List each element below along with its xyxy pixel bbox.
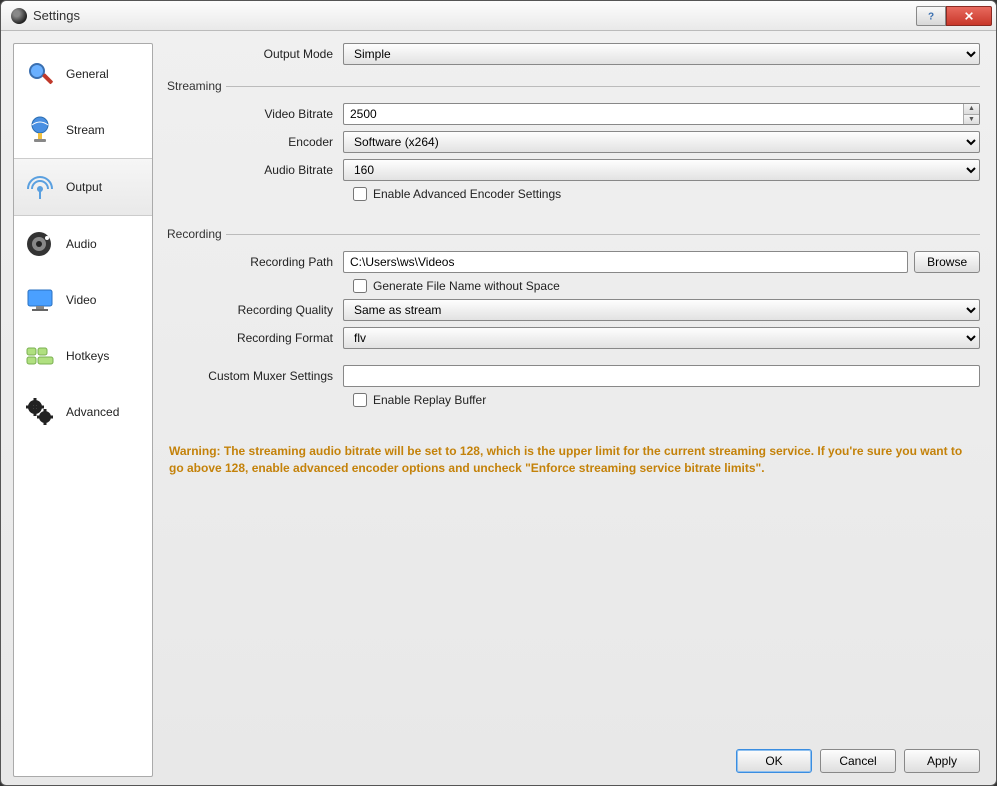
cancel-button[interactable]: Cancel: [820, 749, 896, 773]
recording-path-input[interactable]: [343, 251, 908, 273]
audio-bitrate-label: Audio Bitrate: [163, 163, 343, 177]
video-bitrate-input[interactable]: ▲ ▼: [343, 103, 980, 125]
content-area: Output Mode Simple Streaming Video Bitra…: [163, 43, 984, 777]
video-bitrate-row: Video Bitrate ▲ ▼: [163, 103, 980, 125]
recording-quality-select[interactable]: Same as stream: [343, 299, 980, 321]
gen-filename-row: Generate File Name without Space: [163, 279, 980, 293]
gen-filename-checkbox[interactable]: [353, 279, 367, 293]
close-button[interactable]: [946, 6, 992, 26]
replay-buffer-row: Enable Replay Buffer: [163, 393, 980, 407]
app-icon: [11, 8, 27, 24]
recording-path-label: Recording Path: [163, 255, 343, 269]
advanced-icon: [22, 394, 58, 430]
sidebar-item-label: Output: [66, 180, 102, 194]
window-controls: ?: [916, 6, 992, 26]
recording-format-select[interactable]: flv: [343, 327, 980, 349]
video-bitrate-field[interactable]: [344, 104, 963, 124]
help-button[interactable]: ?: [916, 6, 946, 26]
general-icon: [22, 56, 58, 92]
spin-down-icon[interactable]: ▼: [964, 115, 979, 125]
sidebar-item-label: Hotkeys: [66, 349, 109, 363]
audio-bitrate-row: Audio Bitrate 160: [163, 159, 980, 181]
audio-bitrate-select[interactable]: 160: [343, 159, 980, 181]
recording-format-label: Recording Format: [163, 331, 343, 345]
output-mode-select[interactable]: Simple: [343, 43, 980, 65]
sidebar-item-advanced[interactable]: Advanced: [14, 384, 152, 440]
window-body: General Stream Output Audio: [1, 31, 996, 785]
muxer-row: Custom Muxer Settings: [163, 365, 980, 387]
encoder-select[interactable]: Software (x264): [343, 131, 980, 153]
sidebar-item-audio[interactable]: Audio: [14, 216, 152, 272]
output-icon: [22, 169, 58, 205]
recording-format-row: Recording Format flv: [163, 327, 980, 349]
hotkeys-icon: [22, 338, 58, 374]
sidebar-item-video[interactable]: Video: [14, 272, 152, 328]
browse-button[interactable]: Browse: [914, 251, 980, 273]
replay-buffer-label: Enable Replay Buffer: [373, 393, 486, 407]
apply-button[interactable]: Apply: [904, 749, 980, 773]
sidebar-item-label: Audio: [66, 237, 97, 251]
muxer-input[interactable]: [343, 365, 980, 387]
sidebar-item-label: General: [66, 67, 109, 81]
muxer-label: Custom Muxer Settings: [163, 369, 343, 383]
sidebar-item-general[interactable]: General: [14, 46, 152, 102]
replay-buffer-checkbox[interactable]: [353, 393, 367, 407]
recording-legend: Recording: [163, 227, 226, 241]
ok-button[interactable]: OK: [736, 749, 812, 773]
audio-icon: [22, 226, 58, 262]
encoder-row: Encoder Software (x264): [163, 131, 980, 153]
streaming-group: Streaming Video Bitrate ▲ ▼: [163, 79, 980, 221]
video-bitrate-label: Video Bitrate: [163, 107, 343, 121]
encoder-label: Encoder: [163, 135, 343, 149]
recording-path-row: Recording Path Browse: [163, 251, 980, 273]
enable-advanced-label: Enable Advanced Encoder Settings: [373, 187, 561, 201]
output-mode-row: Output Mode Simple: [163, 43, 980, 65]
help-icon: ?: [926, 11, 936, 21]
sidebar: General Stream Output Audio: [13, 43, 153, 777]
stream-icon: [22, 112, 58, 148]
sidebar-item-label: Stream: [66, 123, 105, 137]
enable-advanced-checkbox[interactable]: [353, 187, 367, 201]
dialog-footer: OK Cancel Apply: [163, 739, 984, 777]
recording-group: Recording Recording Path Browse Generate…: [163, 227, 980, 427]
recording-quality-label: Recording Quality: [163, 303, 343, 317]
output-mode-label: Output Mode: [163, 47, 343, 61]
svg-text:?: ?: [928, 11, 934, 21]
video-bitrate-spinner[interactable]: ▲ ▼: [963, 104, 979, 124]
close-icon: [964, 11, 974, 21]
gen-filename-label: Generate File Name without Space: [373, 279, 560, 293]
titlebar: Settings ?: [1, 1, 996, 31]
settings-window: Settings ? General Stream: [0, 0, 997, 786]
streaming-legend: Streaming: [163, 79, 226, 93]
window-title: Settings: [33, 8, 916, 23]
recording-quality-row: Recording Quality Same as stream: [163, 299, 980, 321]
sidebar-item-label: Advanced: [66, 405, 119, 419]
spin-up-icon[interactable]: ▲: [964, 104, 979, 115]
warning-text: Warning: The streaming audio bitrate wil…: [163, 433, 980, 478]
sidebar-item-hotkeys[interactable]: Hotkeys: [14, 328, 152, 384]
form-area: Output Mode Simple Streaming Video Bitra…: [163, 43, 984, 739]
enable-advanced-row: Enable Advanced Encoder Settings: [163, 187, 980, 201]
sidebar-item-stream[interactable]: Stream: [14, 102, 152, 158]
sidebar-item-label: Video: [66, 293, 96, 307]
video-icon: [22, 282, 58, 318]
sidebar-item-output[interactable]: Output: [14, 158, 152, 216]
